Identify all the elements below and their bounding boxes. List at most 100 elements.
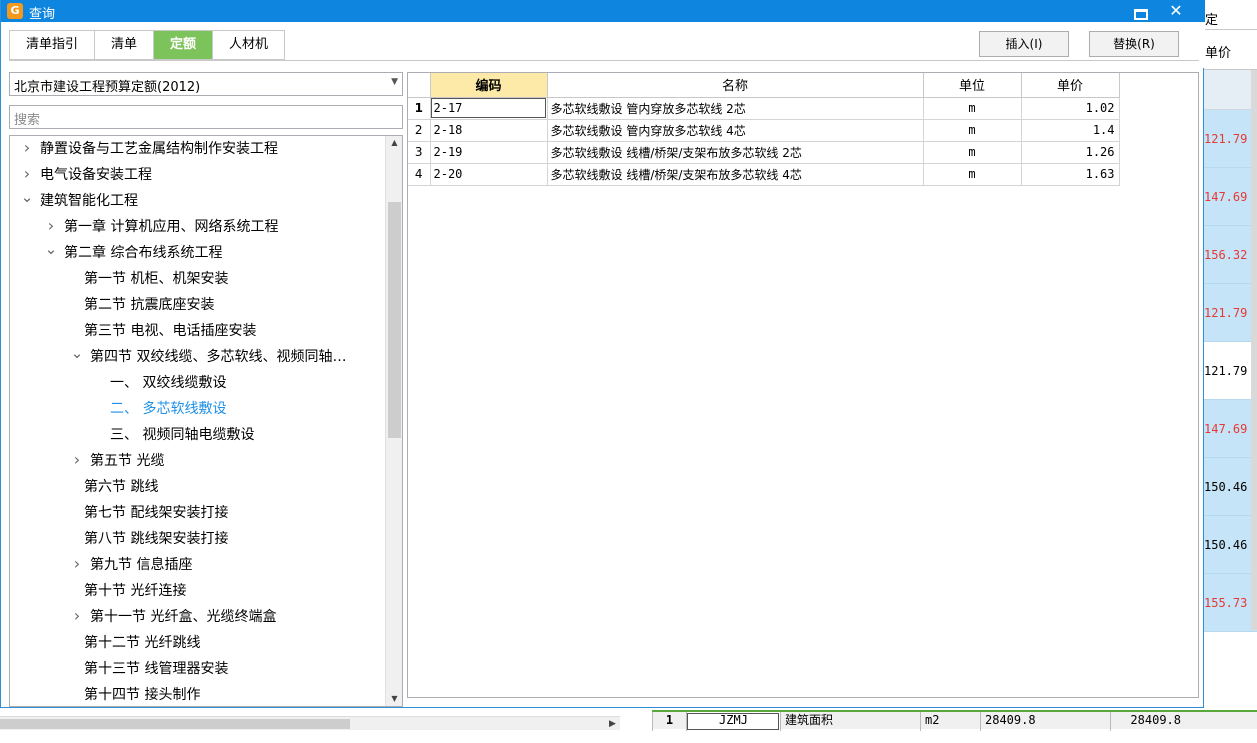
background-header-top: 定 (1202, 0, 1257, 30)
tab-3[interactable]: 人材机 (213, 31, 285, 59)
cell-name: 多芯软线敷设 管内穿放多芯软线 2芯 (547, 97, 924, 120)
tree-item-label: 第六节 跳线 (84, 479, 159, 495)
cell-unit: m (923, 97, 1022, 120)
app-logo-icon: G (7, 3, 23, 19)
chevron-right-icon[interactable]: › (20, 136, 34, 161)
tree-item-label: 第二节 抗震底座安装 (84, 297, 215, 313)
chevron-down-icon[interactable]: ⌄ (44, 236, 58, 262)
search-input[interactable]: 搜索 (9, 105, 403, 129)
background-band (1202, 70, 1257, 110)
horizontal-scroll-thumb[interactable] (0, 719, 350, 729)
tree-item-label: 第四节 双绞线缆、多芯软线、视频同轴… (90, 349, 347, 365)
background-value-cell: 147.69 (1202, 168, 1257, 226)
tree-item-label: 第十一节 光纤盒、光缆终端盒 (90, 609, 277, 625)
library-select-value: 北京市建设工程预算定额(2012) (14, 80, 201, 95)
bottom-row-name: 建筑面积 (780, 712, 920, 731)
tree-item-label: 建筑智能化工程 (40, 193, 138, 209)
background-header-price: 单价 (1202, 30, 1257, 70)
table-row[interactable]: 3 2-19 多芯软线敷设 线槽/桥架/支架布放多芯软线 2芯 m 1.26 (408, 141, 1120, 164)
tree-item-label: 电气设备安装工程 (40, 167, 152, 183)
insert-button[interactable]: 插入(I) (979, 31, 1069, 57)
tree-item-label: 第五节 光缆 (90, 453, 165, 469)
minimize-icon[interactable] (1129, 2, 1149, 20)
header-unit[interactable]: 单位 (923, 73, 1022, 98)
scroll-down-arrow-icon[interactable]: ▼ (386, 692, 402, 706)
cell-price: 1.4 (1021, 119, 1120, 142)
chevron-down-icon[interactable]: ⌄ (20, 184, 34, 210)
tree-item-label: 第二章 综合布线系统工程 (64, 245, 223, 261)
row-number: 3 (408, 141, 431, 164)
row-number: 4 (408, 163, 431, 186)
tree-scroll-thumb[interactable] (388, 202, 401, 438)
background-value-cell: 150.46 (1202, 458, 1257, 516)
bottom-row-code[interactable]: JZMJ (686, 712, 780, 731)
category-tree: › 静置设备与工艺金属结构制作安装工程 › 电气设备安装工程 ⌄ 建筑智能化工程 › 第一章 … (9, 135, 403, 707)
tree-item-label: 第十节 光纤连接 (84, 583, 187, 599)
header-code[interactable]: 编码 (430, 73, 548, 98)
chevron-right-icon[interactable]: › (70, 603, 84, 629)
dialog-title: 查询 (29, 7, 56, 22)
row-number: 1 (408, 97, 431, 120)
tree-item-label: 静置设备与工艺金属结构制作安装工程 (40, 141, 278, 157)
bottom-row-number: 1 (652, 712, 686, 731)
tree-item-label: 第三节 电视、电话插座安装 (84, 323, 257, 339)
grid-corner (408, 73, 431, 98)
left-pane: 北京市建设工程预算定额(2012) ▼ 搜索 › 静置设备与工艺金属结构制作安装工… (9, 72, 403, 707)
cell-unit: m (923, 163, 1022, 186)
quota-grid: 编码 名称 单位 单价 1 2-17 多芯软线敷设 管内穿放多芯软线 2芯 m 1.02… (407, 72, 1199, 698)
tree-item-label: 第九节 信息插座 (90, 557, 193, 573)
query-dialog: G 查询 ✕ 清单指引 清单 定额 人材机 插入(I) 替换(R) 北京市建设工程预算… (0, 0, 1205, 708)
cell-price: 1.02 (1021, 97, 1120, 120)
scroll-up-arrow-icon[interactable]: ▲ (386, 136, 402, 150)
chevron-right-icon[interactable]: › (70, 447, 84, 473)
background-bottom-row[interactable]: 1 JZMJ 建筑面积 m2 28409.8 28409.8 (652, 710, 1257, 731)
table-row[interactable]: 1 2-17 多芯软线敷设 管内穿放多芯软线 2芯 m 1.02 (408, 97, 1120, 120)
background-scrollbar[interactable] (1251, 70, 1257, 630)
background-value-cell: 155.73 (1202, 574, 1257, 632)
cell-name: 多芯软线敷设 管内穿放多芯软线 4芯 (547, 119, 924, 142)
horizontal-scrollbar[interactable]: ▶ (0, 716, 620, 730)
background-value-cell: 156.32 (1202, 226, 1257, 284)
tree-item-label: 第十二节 光纤跳线 (84, 635, 201, 651)
cell-unit: m (923, 141, 1022, 164)
library-select[interactable]: 北京市建设工程预算定额(2012) ▼ (9, 72, 403, 96)
header-price[interactable]: 单价 (1021, 73, 1120, 98)
close-icon[interactable]: ✕ (1165, 1, 1187, 21)
tab-strip: 清单指引 清单 定额 人材机 (9, 30, 286, 60)
replace-button[interactable]: 替换(R) (1089, 31, 1179, 57)
table-row[interactable]: 4 2-20 多芯软线敷设 线槽/桥架/支架布放多芯软线 4芯 m 1.63 (408, 163, 1120, 186)
tab-0[interactable]: 清单指引 (10, 31, 96, 59)
tab-2[interactable]: 定额 (154, 31, 214, 59)
background-value-cell: 150.46 (1202, 516, 1257, 574)
bottom-row-unit: m2 (920, 712, 980, 731)
tree-item-label: 第八节 跳线架安装打接 (84, 531, 229, 547)
tree-item-label: 三、 视频同轴电缆敷设 (110, 427, 255, 443)
table-row[interactable]: 2 2-18 多芯软线敷设 管内穿放多芯软线 4芯 m 1.4 (408, 119, 1120, 142)
tree-scrollbar[interactable]: ▲ ▼ (385, 136, 402, 706)
chevron-down-icon[interactable]: ▼ (391, 77, 398, 87)
tree-item-label: 第十三节 线管理器安装 (84, 661, 229, 677)
bottom-row-total: 28409.8 (1110, 712, 1185, 731)
background-value-cell: 121.79 (1202, 284, 1257, 342)
scroll-right-arrow-icon[interactable]: ▶ (605, 717, 620, 731)
cell-price: 1.26 (1021, 141, 1120, 164)
tree-item-label: 第七节 配线架安装打接 (84, 505, 229, 521)
cell-code: 2-19 (430, 141, 548, 164)
cell-code: 2-18 (430, 119, 548, 142)
chevron-right-icon[interactable]: › (70, 551, 84, 577)
background-value-cell: 121.79 (1202, 342, 1257, 400)
cell-code: 2-17 (430, 97, 548, 120)
title-bar[interactable]: G 查询 ✕ (1, 0, 1205, 22)
row-number: 2 (408, 119, 431, 142)
tab-divider (9, 60, 1199, 61)
cell-code: 2-20 (430, 163, 548, 186)
tree-item-label: 第一节 机柜、机架安装 (84, 271, 229, 287)
tree-item-label: 第十四节 接头制作 (84, 687, 201, 703)
chevron-down-icon[interactable]: ⌄ (70, 340, 84, 366)
header-name[interactable]: 名称 (547, 73, 924, 98)
tab-1[interactable]: 清单 (95, 31, 155, 59)
background-value-cell: 121.79 (1202, 110, 1257, 168)
background-grid-right: 定 单价 121.79 147.69 156.32 121.79 121.79 147.6… (1201, 0, 1257, 743)
cell-price: 1.63 (1021, 163, 1120, 186)
tree-item-label: 二、 多芯软线敷设 (110, 401, 227, 417)
